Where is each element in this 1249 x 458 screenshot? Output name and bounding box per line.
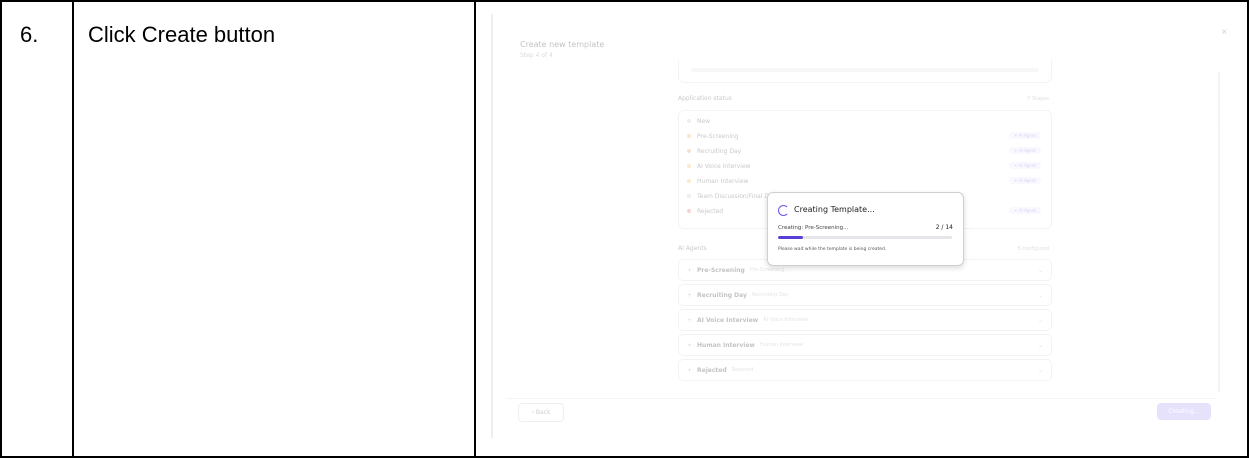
application-status-heading: Application status bbox=[678, 95, 732, 102]
agent-name: Recruiting Day bbox=[697, 291, 747, 299]
scrollbar[interactable] bbox=[1218, 72, 1220, 392]
stage-row: Team Discussion/Final De bbox=[687, 190, 773, 202]
close-icon[interactable]: × bbox=[1221, 27, 1228, 36]
progress-bar-fill bbox=[778, 236, 803, 239]
stage-label: Rejected bbox=[697, 207, 724, 215]
stage-label: New bbox=[697, 117, 711, 125]
agent-name: Pre-Screening bbox=[697, 266, 745, 274]
ai-agents-count: 5 configured bbox=[1017, 246, 1049, 252]
stage-row: New bbox=[687, 115, 710, 127]
creating-template-dialog: Creating Template... Creating: Pre-Scree… bbox=[767, 192, 964, 266]
agent-stage: Pre-Screening bbox=[749, 267, 785, 273]
ai-agent-tag: ✦ AI Agent bbox=[1009, 177, 1041, 184]
modal-step-indicator: Step 4 of 4 bbox=[520, 52, 553, 59]
progress-count: 2 / 14 bbox=[935, 224, 953, 231]
stage-label: Recruiting Day bbox=[697, 147, 742, 155]
step-instruction: Click Create button bbox=[88, 22, 276, 47]
plus-icon: + bbox=[687, 366, 693, 374]
spinner-icon bbox=[778, 205, 789, 216]
ai-agent-tag: ✦ AI Agent bbox=[1009, 132, 1041, 139]
footer-divider bbox=[506, 398, 1217, 399]
agent-name: Rejected bbox=[697, 366, 727, 374]
chevron-down-icon: ⌄ bbox=[1037, 366, 1043, 374]
chevron-down-icon: ⌄ bbox=[1037, 341, 1043, 349]
progress-bar bbox=[778, 236, 952, 239]
modal-title: Create new template bbox=[520, 40, 605, 49]
agent-accordion-item[interactable]: + AI Voice Interview AI Voice Interview ⌄ bbox=[678, 309, 1052, 331]
stage-dot-icon bbox=[687, 164, 691, 168]
plus-icon: + bbox=[687, 316, 693, 324]
stage-label: AI Voice Interview bbox=[697, 162, 751, 170]
plus-icon: + bbox=[687, 266, 693, 274]
stage-label: Pre-Screening bbox=[697, 132, 739, 140]
stage-row: AI Voice Interview bbox=[687, 160, 751, 172]
chevron-down-icon: ⌄ bbox=[1037, 291, 1043, 299]
agent-accordion-item[interactable]: + Rejected Rejected ⌄ bbox=[678, 359, 1052, 381]
stage-dot-icon bbox=[687, 179, 691, 183]
agent-accordion-item[interactable]: + Recruiting Day Recruiting Day ⌄ bbox=[678, 284, 1052, 306]
stage-row: Recruiting Day bbox=[687, 145, 741, 157]
plus-icon: + bbox=[687, 291, 693, 299]
stage-row: Rejected bbox=[687, 205, 723, 217]
back-button[interactable]: ‹ Back bbox=[518, 403, 564, 422]
stage-label: Team Discussion/Final De bbox=[697, 192, 773, 200]
stage-dot-icon bbox=[687, 209, 691, 213]
agent-stage: Rejected bbox=[731, 367, 754, 373]
chevron-down-icon: ⌄ bbox=[1037, 316, 1043, 324]
dialog-title: Creating Template... bbox=[794, 205, 875, 214]
application-status-count: 7 Stages bbox=[1027, 96, 1049, 102]
agent-accordion-item[interactable]: + Human Interview Human Interview ⌄ bbox=[678, 334, 1052, 356]
chevron-down-icon: ⌄ bbox=[1037, 266, 1043, 274]
ai-agent-tag: ✦ AI Agent bbox=[1009, 147, 1041, 154]
ai-agent-tag: ✦ AI Agent bbox=[1009, 162, 1041, 169]
current-step-text: Creating: Pre-Screening... bbox=[778, 225, 849, 231]
column-divider bbox=[72, 2, 74, 456]
agent-name: Human Interview bbox=[697, 341, 755, 349]
agent-stage: AI Voice Interview bbox=[763, 317, 808, 323]
step-number: 6. bbox=[20, 22, 39, 47]
stage-dot-icon bbox=[687, 194, 691, 198]
ai-agent-tag: ✦ AI Agent bbox=[1009, 207, 1041, 214]
create-button[interactable]: Creating... bbox=[1157, 403, 1211, 420]
stage-row: Pre-Screening bbox=[687, 130, 739, 142]
agent-stage: Human Interview bbox=[759, 342, 803, 348]
previous-section-box bbox=[678, 60, 1052, 83]
stage-row: Human Interview bbox=[687, 175, 748, 187]
stage-dot-icon bbox=[687, 119, 691, 123]
screenshot-panel: Create new template Step 4 of 4 × Applic… bbox=[476, 2, 1247, 456]
stage-dot-icon bbox=[687, 149, 691, 153]
plus-icon: + bbox=[687, 341, 693, 349]
ai-agents-heading: AI Agents bbox=[678, 245, 707, 252]
wait-note: Please wait while the template is being … bbox=[778, 247, 887, 252]
stage-dot-icon bbox=[687, 134, 691, 138]
stage-label: Human Interview bbox=[697, 177, 749, 185]
agent-stage: Recruiting Day bbox=[751, 292, 789, 298]
agent-name: AI Voice Interview bbox=[697, 316, 759, 324]
